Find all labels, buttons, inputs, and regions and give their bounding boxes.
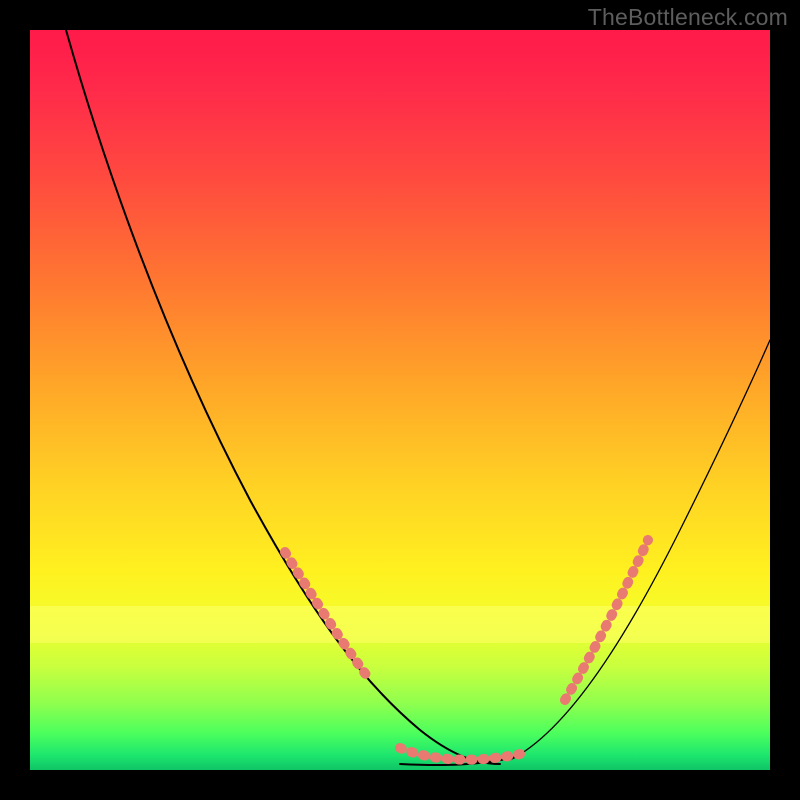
highlight-dots <box>285 540 648 760</box>
right-shoulder-dots <box>565 540 648 700</box>
curve-svg <box>30 30 770 770</box>
plot-area <box>30 30 770 770</box>
left-shoulder-dots <box>285 552 370 680</box>
watermark-text: TheBottleneck.com <box>588 4 788 31</box>
valley-floor-dots <box>400 748 520 760</box>
chart-frame: TheBottleneck.com <box>0 0 800 800</box>
bottleneck-curve-left <box>66 30 500 764</box>
